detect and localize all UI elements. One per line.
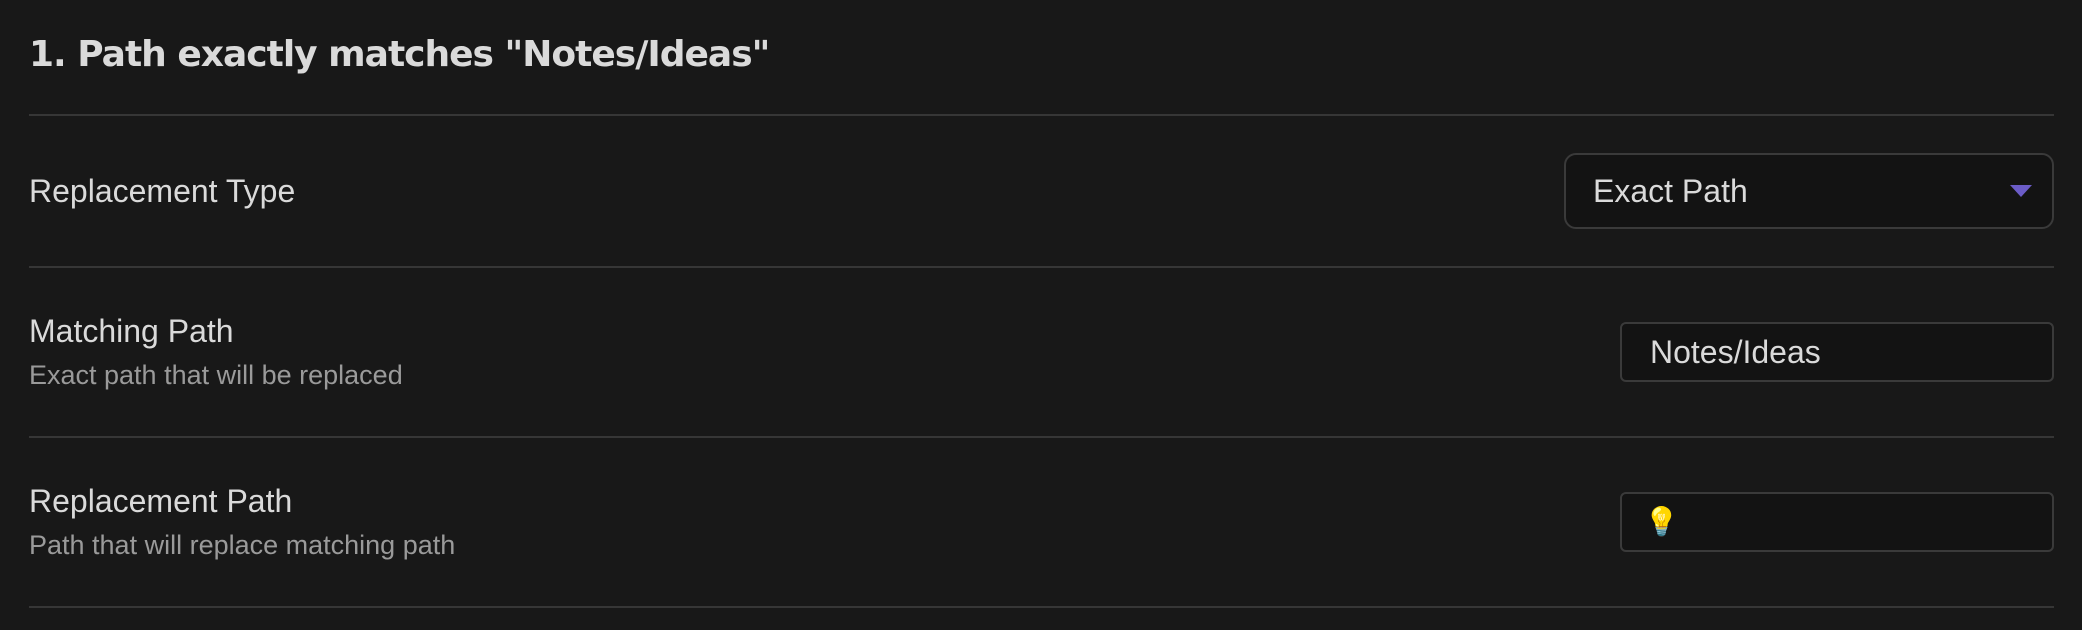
setting-row-matching-path: Matching Path Exact path that will be re… <box>29 268 2054 438</box>
setting-description: Path that will replace matching path <box>29 530 456 560</box>
setting-info: Replacement Type <box>29 172 295 210</box>
matching-path-value: Notes/Ideas <box>1650 333 1821 370</box>
setting-row-replacement-path: Replacement Path Path that will replace … <box>29 438 2054 608</box>
section-title: 1. Path exactly matches "Notes/Ideas" <box>29 0 2054 116</box>
setting-info: Replacement Path Path that will replace … <box>29 482 455 562</box>
replacement-path-input[interactable]: 💡 <box>1620 492 2054 552</box>
matching-path-input[interactable]: Notes/Ideas <box>1620 322 2054 382</box>
setting-label: Replacement Type <box>29 173 296 209</box>
setting-label: Replacement Path <box>29 483 293 519</box>
setting-info: Matching Path Exact path that will be re… <box>29 312 403 392</box>
replacement-type-dropdown[interactable]: Exact Path <box>1564 153 2054 229</box>
settings-container: 1. Path exactly matches "Notes/Ideas" Re… <box>29 0 2054 608</box>
chevron-down-icon <box>2010 185 2032 197</box>
dropdown-selected-value: Exact Path <box>1593 172 1748 209</box>
lightbulb-icon: 💡 <box>1644 506 1679 537</box>
setting-label: Matching Path <box>29 313 234 349</box>
setting-description: Exact path that will be replaced <box>29 360 403 390</box>
setting-row-replacement-type: Replacement Type Exact Path <box>29 116 2054 268</box>
